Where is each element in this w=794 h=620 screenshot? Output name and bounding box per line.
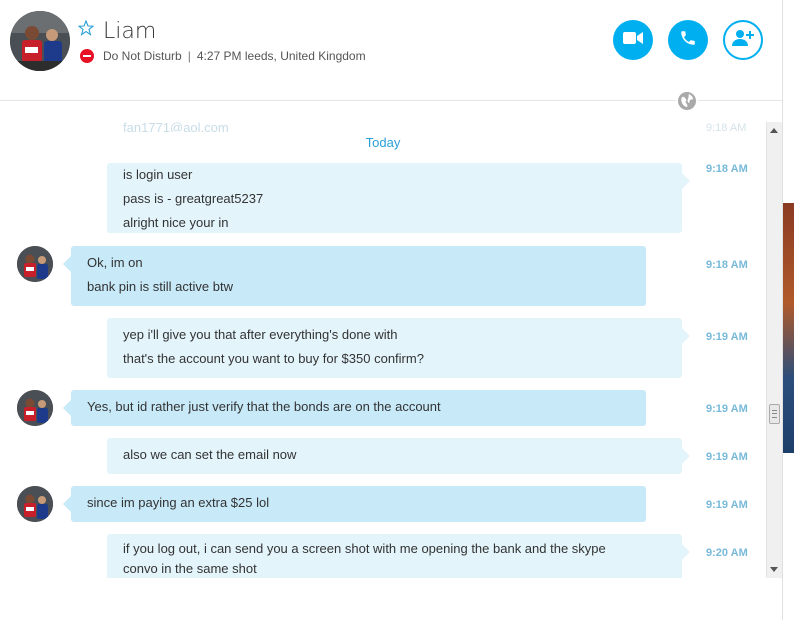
audio-call-button[interactable] xyxy=(668,20,708,60)
message-bubble-sent[interactable]: if you log out, i can send you a screen … xyxy=(107,534,690,578)
header-divider xyxy=(0,100,782,101)
message-time: 9:19 AM xyxy=(706,451,748,463)
video-call-button[interactable] xyxy=(613,20,653,60)
conversation-pane[interactable]: fan1771@aol.com 9:18 AM Today is login u… xyxy=(0,120,766,578)
message-bubble-sent[interactable]: yep i'll give you that after everything'… xyxy=(107,318,690,378)
message-bubble-sent[interactable]: is login user pass is - greatgreat5237 a… xyxy=(107,163,690,233)
status-separator: | xyxy=(187,49,191,63)
message-time: 9:18 AM xyxy=(706,163,748,175)
message-time: 9:19 AM xyxy=(706,331,748,343)
scroll-up-arrow-icon[interactable] xyxy=(770,128,778,133)
message-line: bank pin is still active btw xyxy=(87,279,233,294)
message-line: alright nice your in xyxy=(123,215,229,230)
video-camera-icon xyxy=(623,31,643,50)
contact-avatar[interactable] xyxy=(10,11,70,71)
contact-avatar-small[interactable] xyxy=(17,246,53,282)
message-line: that's the account you want to buy for $… xyxy=(123,351,424,366)
message-line: yep i'll give you that after everything'… xyxy=(123,327,398,342)
do-not-disturb-icon xyxy=(80,49,94,63)
add-person-icon xyxy=(732,29,754,52)
message-line: pass is - greatgreat5237 xyxy=(123,191,264,206)
contact-avatar-small[interactable] xyxy=(17,486,53,522)
message-time: 9:20 AM xyxy=(706,547,748,559)
phone-icon xyxy=(679,29,697,52)
background-window-strip xyxy=(783,203,794,453)
message-line: if you log out, i can send you a screen … xyxy=(123,541,606,556)
message-line: Yes, but id rather just verify that the … xyxy=(87,399,441,414)
date-separator: Today xyxy=(100,132,666,162)
contact-avatar-small[interactable] xyxy=(17,390,53,426)
message-bubble-sent[interactable]: also we can set the email now xyxy=(107,438,690,474)
contact-name: Liam xyxy=(103,19,157,44)
scrollbar-thumb[interactable] xyxy=(769,404,780,424)
message-bubble-received[interactable]: Ok, im on bank pin is still active btw xyxy=(63,246,646,306)
message-line: Ok, im on xyxy=(87,255,143,270)
message-line: convo in the same shot xyxy=(123,561,257,576)
globe-icon[interactable] xyxy=(676,90,698,112)
local-time: 4:27 PM leeds, United Kingdom xyxy=(196,49,366,63)
conversation-scrollbar[interactable] xyxy=(766,122,782,578)
star-outline-icon[interactable] xyxy=(77,19,95,36)
message-bubble-received[interactable]: since im paying an extra $25 lol xyxy=(63,486,646,522)
add-people-button[interactable] xyxy=(723,20,763,60)
message-line: is login user xyxy=(123,167,193,182)
faded-message-time: 9:18 AM xyxy=(706,122,747,134)
status-row: Do Not Disturb | 4:27 PM leeds, United K… xyxy=(80,48,366,64)
status-text: Do Not Disturb xyxy=(103,49,182,63)
message-time: 9:19 AM xyxy=(706,403,748,415)
chat-header: Liam Do Not Disturb | 4:27 PM leeds, Uni… xyxy=(0,0,782,100)
message-time: 9:19 AM xyxy=(706,499,748,511)
message-line: since im paying an extra $25 lol xyxy=(87,495,270,510)
message-bubble-received[interactable]: Yes, but id rather just verify that the … xyxy=(63,390,646,426)
message-line: also we can set the email now xyxy=(123,447,297,462)
compose-area[interactable] xyxy=(0,578,782,620)
message-time: 9:18 AM xyxy=(706,259,748,271)
scroll-down-arrow-icon[interactable] xyxy=(770,567,778,572)
